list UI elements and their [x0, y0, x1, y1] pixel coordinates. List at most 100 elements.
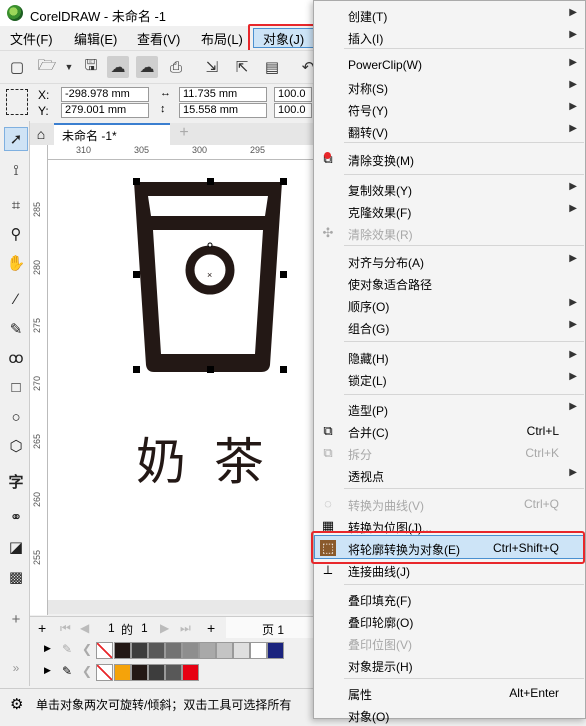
x-position-input[interactable]: -298.978 mm: [61, 87, 149, 102]
first-page-icon[interactable]: ⏮: [60, 621, 71, 636]
no-color-swatch[interactable]: [96, 664, 113, 681]
crop-tool-icon[interactable]: ⌗: [4, 193, 28, 217]
menu-item-lock[interactable]: 锁定(L) ▶: [314, 368, 585, 390]
reference-point-icon[interactable]: [6, 89, 28, 115]
color-swatch[interactable]: [114, 664, 131, 681]
menu-item-flip[interactable]: 翻转(V) ▶: [314, 120, 585, 142]
add-page-left-button[interactable]: +: [38, 620, 46, 636]
transparency-tool-icon[interactable]: ▩: [4, 565, 28, 589]
page-tab[interactable]: 页 1: [262, 621, 284, 638]
spiral-tool-icon[interactable]: ꝏ: [4, 346, 28, 370]
drawing-canvas[interactable]: × 奶 茶: [48, 160, 320, 600]
menu-item-insert[interactable]: 插入(I) ▶: [314, 26, 585, 48]
canvas-text[interactable]: 奶 茶: [136, 422, 270, 494]
milk-tea-cup-graphic[interactable]: ×: [48, 160, 320, 600]
menu-item-hide[interactable]: 隐藏(H) ▶: [314, 346, 585, 368]
menu-item-overprint-fill[interactable]: 叠印填充(F): [314, 588, 585, 610]
palette-expand-icon[interactable]: ▶: [44, 665, 51, 676]
color-swatch[interactable]: [250, 642, 267, 659]
color-swatch[interactable]: [233, 642, 250, 659]
settings-gear-icon[interactable]: ⚙: [10, 695, 23, 713]
menu-item-align-distribute[interactable]: 对齐与分布(A) ▶: [314, 250, 585, 272]
export-icon[interactable]: ⇱: [231, 56, 253, 78]
color-swatch[interactable]: [267, 642, 284, 659]
horizontal-scrollbar[interactable]: [48, 600, 320, 614]
menu-item-shaping[interactable]: 造型(P) ▶: [314, 398, 585, 420]
menu-item-overprint-bitmap[interactable]: 叠印位图(V): [314, 632, 585, 654]
home-icon[interactable]: ⌂: [30, 123, 52, 145]
menu-item-group[interactable]: 组合(G) ▶: [314, 316, 585, 338]
color-swatch[interactable]: [114, 642, 131, 659]
pick-tool-icon[interactable]: ➚: [4, 127, 28, 151]
pan-tool-icon[interactable]: ✋: [4, 251, 28, 275]
import-icon[interactable]: ⇲: [201, 56, 223, 78]
color-swatch[interactable]: [199, 642, 216, 659]
text-tool-icon[interactable]: 字: [4, 469, 28, 493]
open-folder-icon[interactable]: 🗁: [36, 56, 58, 78]
menu-item-clear-transform[interactable]: ⧉清除变换(M): [314, 148, 585, 170]
zoom-tool-icon[interactable]: ⚲: [4, 222, 28, 246]
menu-view[interactable]: 查看(V): [137, 29, 180, 48]
color-swatch[interactable]: [148, 664, 165, 681]
eyedropper-icon[interactable]: ✎: [62, 664, 72, 678]
menu-item-clone-effect[interactable]: 克隆效果(F) ▶: [314, 200, 585, 222]
last-page-icon[interactable]: ⏭: [180, 621, 191, 636]
palette-expand-icon[interactable]: ▶: [44, 643, 51, 654]
rectangle-tool-icon[interactable]: □: [4, 375, 28, 399]
new-document-icon[interactable]: ▢: [6, 56, 28, 78]
color-swatch[interactable]: [131, 664, 148, 681]
height-input[interactable]: 15.558 mm: [179, 103, 267, 118]
menu-item-order[interactable]: 顺序(O) ▶: [314, 294, 585, 316]
open-dropdown-icon[interactable]: ▼: [58, 56, 80, 78]
palette-options-icon[interactable]: ❮: [82, 664, 92, 678]
width-input[interactable]: 11.735 mm: [179, 87, 267, 102]
no-color-swatch[interactable]: [96, 642, 113, 659]
menu-item-break-apart[interactable]: ⧉ 拆分 Ctrl+K: [314, 442, 585, 464]
palette-options-icon[interactable]: ❮: [82, 642, 92, 656]
menu-item-fit-to-path[interactable]: 使对象适合路径: [314, 272, 585, 294]
shadow-tool-icon[interactable]: ◪: [4, 535, 28, 559]
color-swatch[interactable]: [182, 664, 199, 681]
add-page-right-button[interactable]: +: [207, 620, 215, 636]
menu-edit[interactable]: 编辑(E): [74, 29, 117, 48]
menu-item-convert-to-curves[interactable]: ◌ 转换为曲线(V) Ctrl+Q: [314, 493, 585, 515]
color-swatch[interactable]: [148, 642, 165, 659]
scale-height-input[interactable]: 100.0: [274, 103, 312, 118]
eyedropper-icon[interactable]: ✎: [62, 642, 72, 656]
menu-item-perspective-point[interactable]: 透视点 ▶: [314, 464, 585, 486]
color-swatch[interactable]: [131, 642, 148, 659]
color-swatch[interactable]: [165, 642, 182, 659]
menu-item-copy-effect[interactable]: 复制效果(Y) ▶: [314, 178, 585, 200]
tab-document[interactable]: 未命名 -1*: [54, 123, 170, 145]
cloud-download-icon[interactable]: ☁: [136, 56, 158, 78]
add-tool-icon[interactable]: +: [4, 607, 28, 631]
menu-item-properties[interactable]: 属性 Alt+Enter: [314, 682, 585, 704]
menu-item-symmetry[interactable]: 对称(S) ▶: [314, 76, 585, 98]
cloud-upload-icon[interactable]: ☁: [107, 56, 129, 78]
prev-page-icon[interactable]: ◀: [80, 621, 89, 635]
y-position-input[interactable]: 279.001 mm: [61, 103, 149, 118]
publish-icon[interactable]: ▤: [261, 56, 283, 78]
menu-item-symbol[interactable]: 符号(Y) ▶: [314, 98, 585, 120]
shape-tool-icon[interactable]: ⟟: [4, 158, 28, 182]
menu-item-objects[interactable]: 对象(O): [314, 704, 585, 726]
color-swatch[interactable]: [182, 642, 199, 659]
menu-item-powerclip[interactable]: PowerClip(W) ▶: [314, 54, 585, 76]
menu-item-overprint-outline[interactable]: 叠印轮廓(O): [314, 610, 585, 632]
polygon-tool-icon[interactable]: ⬡: [4, 434, 28, 458]
color-swatch[interactable]: [165, 664, 182, 681]
menu-item-object-hints[interactable]: 对象提示(H): [314, 654, 585, 676]
print-icon[interactable]: ⎙: [165, 56, 187, 78]
menu-file[interactable]: 文件(F): [10, 29, 53, 48]
color-swatch[interactable]: [216, 642, 233, 659]
artistic-media-icon[interactable]: ✎: [4, 317, 28, 341]
next-page-icon[interactable]: ▶: [160, 621, 169, 635]
menu-item-combine[interactable]: ⧉ 合并(C) Ctrl+L: [314, 420, 585, 442]
menu-item-clear-effect[interactable]: ✣ 清除效果(R): [314, 222, 585, 244]
add-tab-button[interactable]: +: [174, 124, 194, 144]
blend-tool-icon[interactable]: ⚭: [4, 505, 28, 529]
scale-width-input[interactable]: 100.0: [274, 87, 312, 102]
menu-item-create[interactable]: 创建(T) ▶: [314, 4, 585, 26]
ellipse-tool-icon[interactable]: ○: [4, 405, 28, 429]
menu-layout[interactable]: 布局(L): [201, 29, 243, 48]
